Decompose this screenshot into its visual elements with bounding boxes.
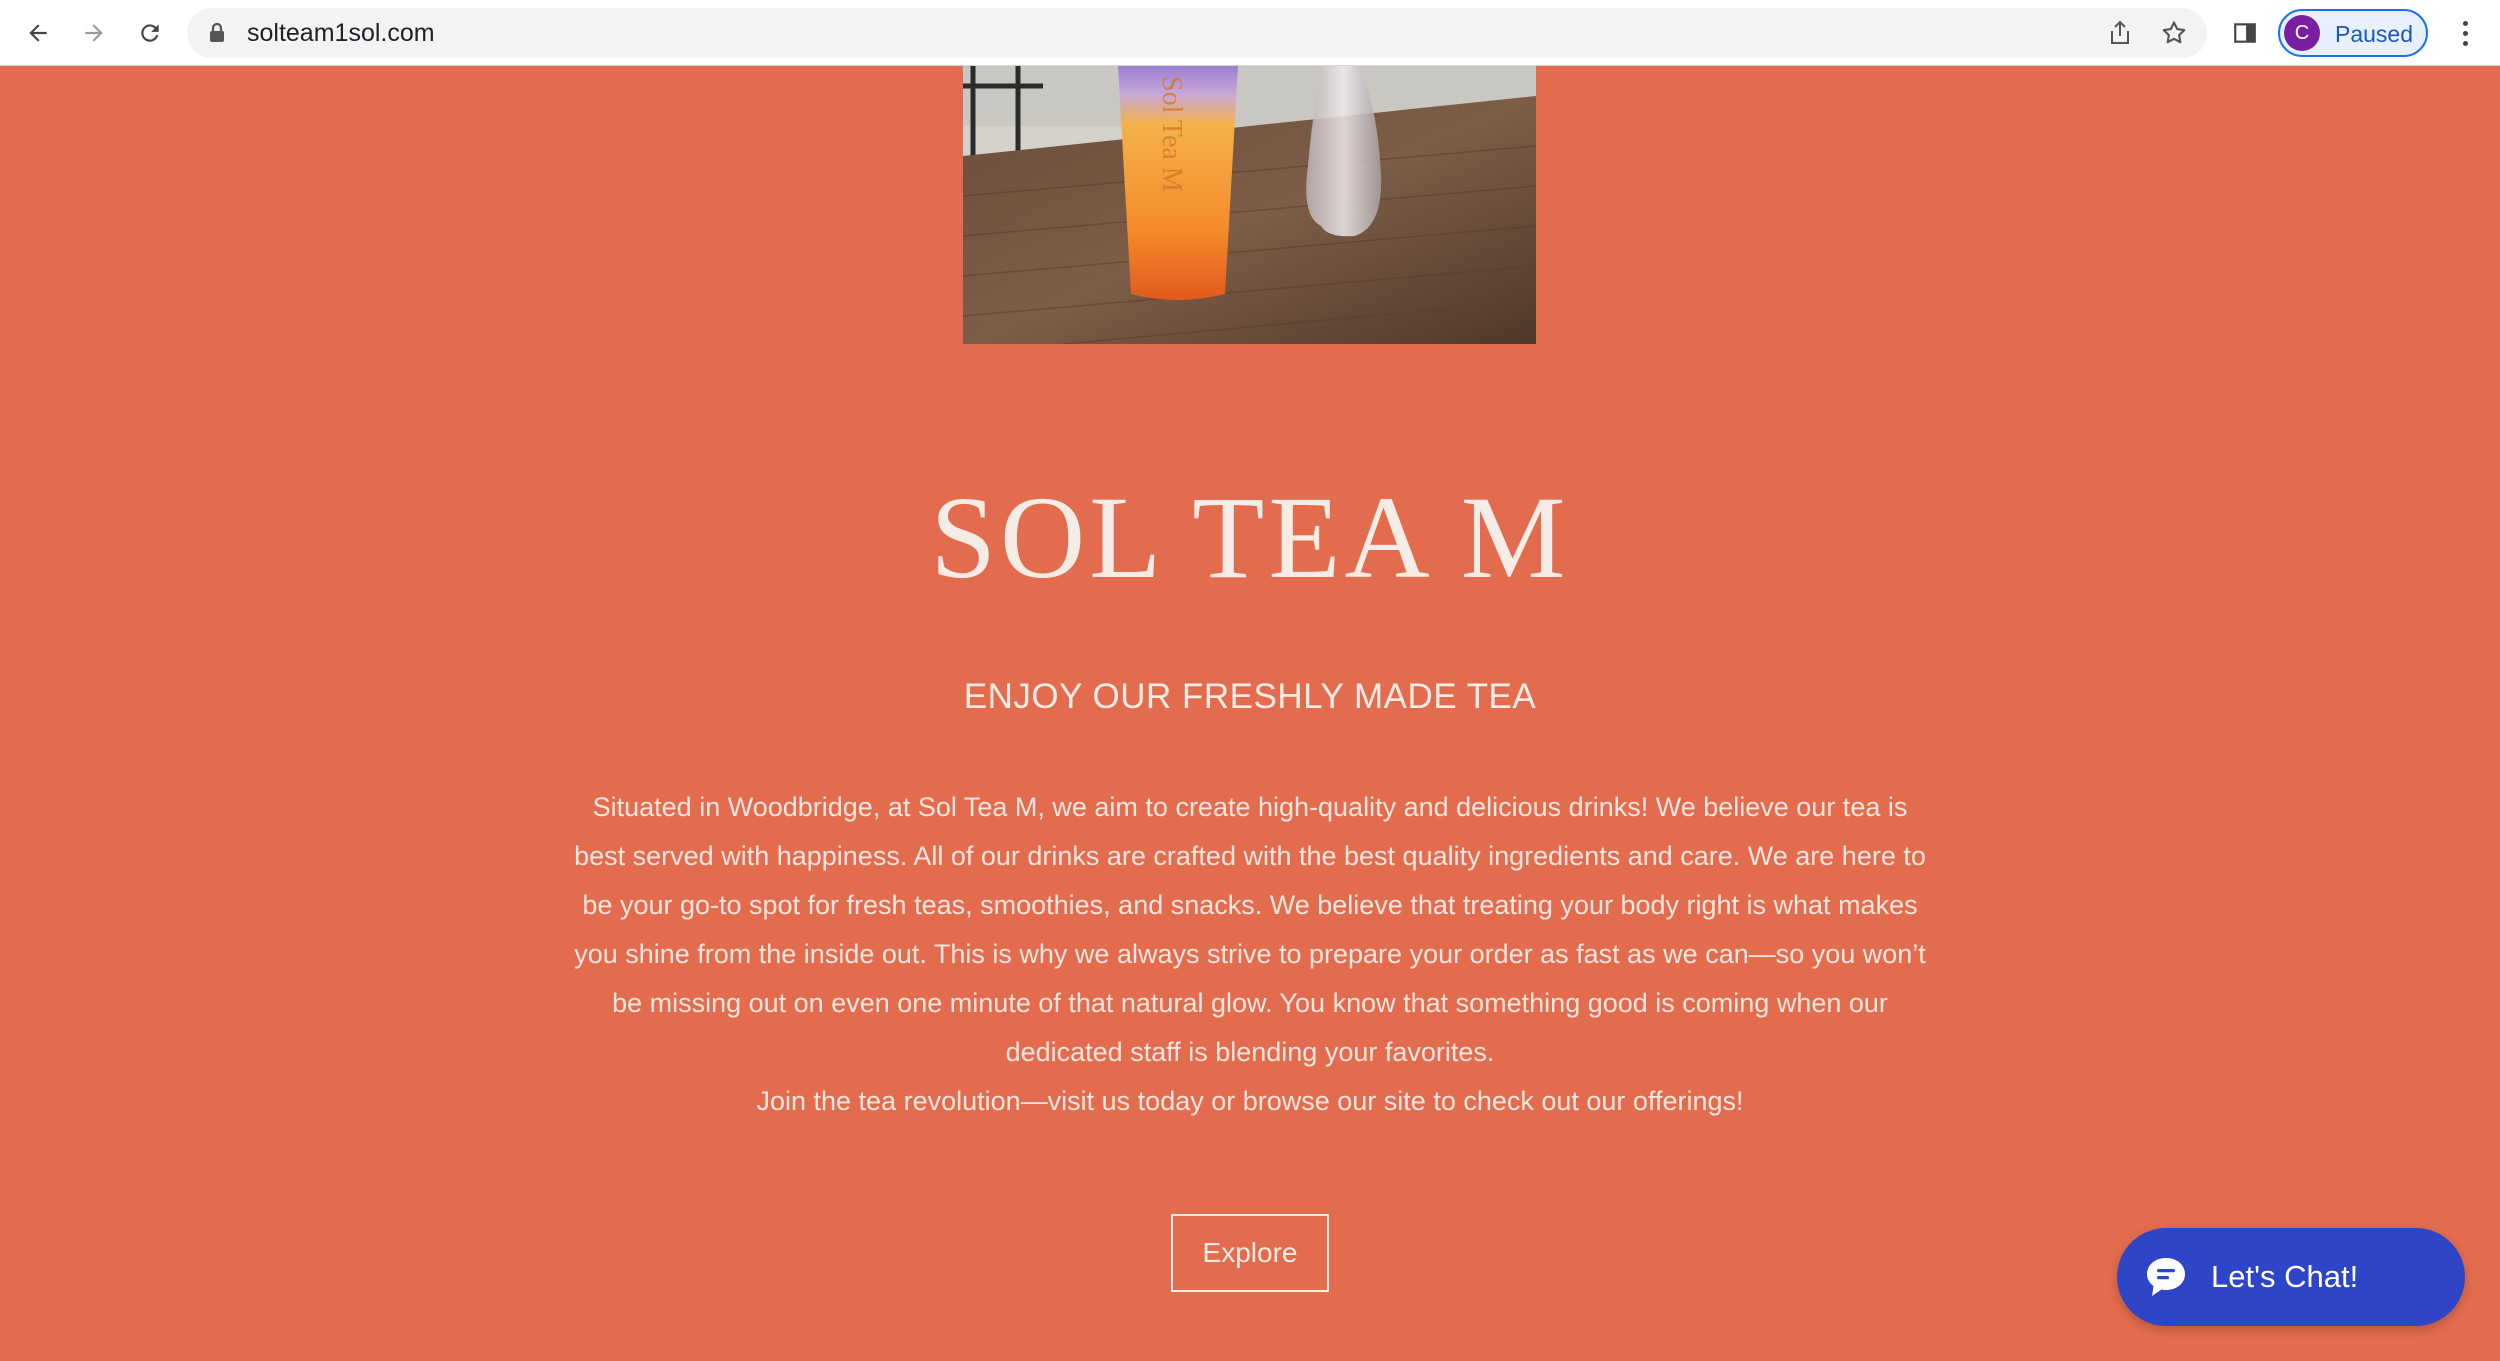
about-text: Situated in Woodbridge, at Sol Tea M, we…: [565, 783, 1935, 1126]
profile-button[interactable]: C Paused: [2278, 9, 2428, 57]
tagline: ENJOY OUR FRESHLY MADE TEA: [963, 677, 1537, 716]
explore-button[interactable]: Explore: [1171, 1214, 1329, 1292]
address-bar[interactable]: solteam1sol.com: [187, 8, 2207, 58]
profile-status: Paused: [2335, 21, 2414, 47]
kebab-menu-icon[interactable]: [2450, 13, 2480, 53]
browser-toolbar: solteam1sol.com C Paused: [0, 0, 2500, 66]
forward-arrow-icon[interactable]: [74, 13, 114, 53]
url-text[interactable]: solteam1sol.com: [247, 19, 435, 48]
side-panel-icon[interactable]: [2225, 13, 2265, 53]
chat-label: Let's Chat!: [2211, 1259, 2359, 1294]
share-icon[interactable]: [2105, 18, 2135, 48]
about-call-to-action: Join the tea revolution—visit us today o…: [756, 1086, 1744, 1116]
cup-logo-text: Sol Tea M: [1156, 76, 1187, 192]
chat-bubble-icon: [2143, 1254, 2189, 1300]
lock-icon: [210, 23, 224, 42]
about-paragraph: Situated in Woodbridge, at Sol Tea M, we…: [574, 792, 1926, 1067]
avatar: C: [2284, 15, 2320, 51]
bookmark-star-icon[interactable]: [2159, 18, 2189, 48]
reload-icon[interactable]: [130, 13, 170, 53]
lets-chat-button[interactable]: Let's Chat!: [2117, 1228, 2465, 1326]
back-arrow-icon[interactable]: [18, 13, 58, 53]
page-title: SOL TEA M: [930, 472, 1570, 603]
hero-drink-photo: Sol Tea M: [963, 66, 1536, 344]
